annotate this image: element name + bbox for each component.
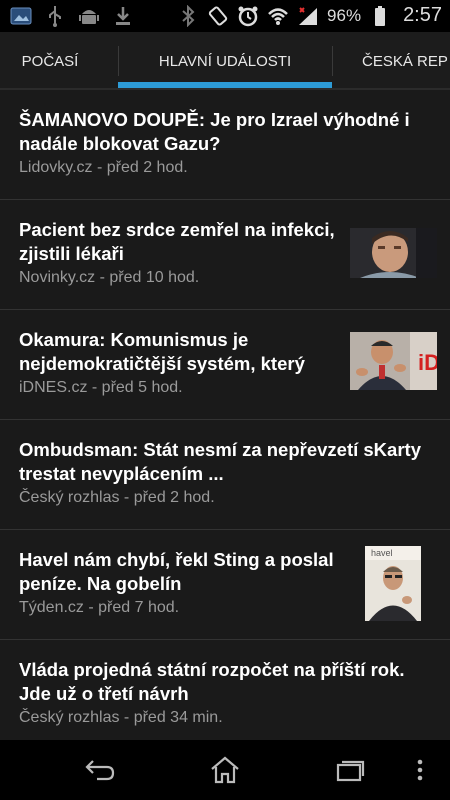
recent-apps-icon[interactable] [330,754,370,786]
battery-icon [369,5,391,27]
svg-text:havel: havel [371,548,393,558]
clock: 2:57 [403,4,442,26]
menu-icon[interactable] [405,754,435,786]
battery-percent: 96% [327,5,362,25]
news-item[interactable]: Vláda projedná státní rozpočet na příští… [0,640,450,740]
news-item[interactable]: ŠAMANOVO DOUPĚ: Je pro Izrael výhodné i … [0,90,450,200]
navigation-bar [0,740,450,800]
news-headline: Havel nám chybí, řekl Sting a poslal pen… [19,549,334,594]
android-icon [78,5,100,27]
news-list: ŠAMANOVO DOUPĚ: Je pro Izrael výhodné i … [0,90,450,740]
news-thumbnail: iD [350,332,440,390]
image-icon [10,5,32,27]
alarm-icon [237,5,259,27]
status-bar: 96% 2:57 [0,0,450,32]
news-headline: Ombudsman: Stát nesmí za nepřevzetí sKar… [19,439,421,484]
usb-icon [44,5,66,27]
selected-tab-indicator [118,82,332,88]
signal-icon [297,5,319,27]
news-source: Český rozhlas - před 34 min. [19,709,223,726]
news-source: Týden.cz - před 7 hod. [19,599,180,616]
news-item[interactable]: Havel nám chybí, řekl Sting a poslal pen… [0,530,450,640]
tab-czech-republic[interactable]: ČESKÁ REP [362,32,450,90]
bluetooth-icon [177,4,199,27]
news-thumbnail: havel [365,546,421,621]
tab-separator [332,46,333,76]
svg-text:iD: iD [418,350,437,375]
news-headline: Okamura: Komunismus je nejdemokratičtějš… [19,329,305,374]
news-item[interactable]: Okamura: Komunismus je nejdemokratičtějš… [0,310,450,420]
home-icon[interactable] [205,754,245,786]
news-thumbnail [350,228,437,278]
news-source: Lidovky.cz - před 2 hod. [19,159,188,176]
rotation-icon [207,5,229,27]
news-source: iDNES.cz - před 5 hod. [19,379,183,396]
news-item[interactable]: Ombudsman: Stát nesmí za nepřevzetí sKar… [0,420,450,530]
news-headline: ŠAMANOVO DOUPĚ: Je pro Izrael výhodné i … [19,109,410,154]
news-source: Novinky.cz - před 10 hod. [19,269,200,286]
news-source: Český rozhlas - před 2 hod. [19,489,215,506]
news-headline: Pacient bez srdce zemřel na infekci, zji… [19,219,335,264]
news-item[interactable]: Pacient bez srdce zemřel na infekci, zji… [0,200,450,310]
tab-weather[interactable]: POČASÍ [0,32,100,90]
back-icon[interactable] [80,754,120,786]
news-headline: Vláda projedná státní rozpočet na příští… [19,659,405,704]
wifi-icon [267,5,289,27]
download-icon [112,5,134,27]
